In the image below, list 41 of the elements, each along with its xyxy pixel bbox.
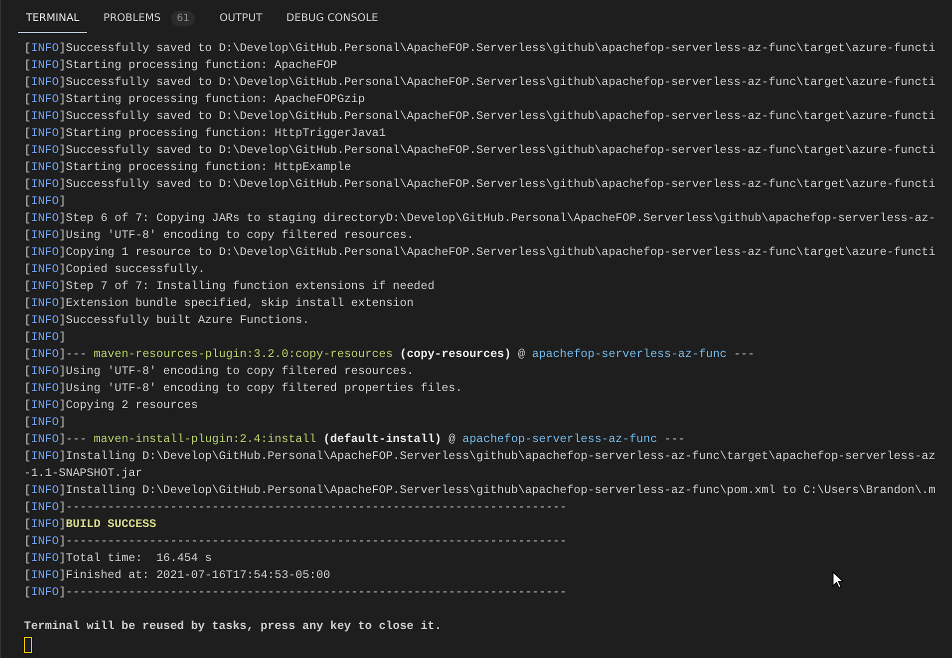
panel-tab[interactable]: TERMINAL xyxy=(18,0,88,33)
terminal-line: [INFO]Installing D:\Develop\GitHub.Personal\ApacheFOP.Serverless\github\apachefop-serverless-az-func\target\apachefop-serverless-az xyxy=(24,449,936,465)
panel-tab[interactable]: DEBUG CONSOLE xyxy=(278,0,386,33)
terminal-line: [INFO]--- maven-install-plugin:2.4:install (default-install) @ apachefop-serverless-az-func --- xyxy=(24,432,686,448)
terminal-message: Terminal will be reused by tasks, press any key to close it. xyxy=(24,619,442,635)
terminal-line: [INFO]Successfully saved to D:\Develop\GitHub.Personal\ApacheFOP.Serverless\github\apachefop-serverless-az-func\target\azure-functi xyxy=(24,41,936,57)
terminal-line: [INFO]------------------------------------------------------------------------ xyxy=(24,500,567,516)
terminal-line: [INFO]Using 'UTF-8' encoding to copy filtered properties files. xyxy=(24,381,462,397)
terminal-line: [INFO]Step 7 of 7: Installing function extensions if needed xyxy=(24,279,435,295)
terminal-line: [INFO]Step 6 of 7: Copying JARs to staging directoryD:\Develop\GitHub.Personal\ApacheFOP.Serverless\github\apachefop-serverless-az- xyxy=(24,211,936,227)
count-badge: 61 xyxy=(170,10,196,26)
terminal-line: [INFO]------------------------------------------------------------------------ xyxy=(24,585,567,601)
mouse-pointer-icon xyxy=(832,571,844,589)
terminal-line: [INFO]Starting processing function: HttpExample xyxy=(24,160,352,176)
terminal-line: [INFO]Using 'UTF-8' encoding to copy filtered resources. xyxy=(24,228,414,244)
terminal-line: [INFO]Copying 2 resources xyxy=(24,398,198,414)
terminal-line: [INFO]Finished at: 2021-07-16T17:54:53-05:00 xyxy=(24,568,330,584)
terminal-line: [INFO]Starting processing function: HttpTriggerJava1 xyxy=(24,126,386,142)
terminal-line: [INFO]Starting processing function: ApacheFOPGzip xyxy=(24,92,365,108)
terminal-line: [INFO]Using 'UTF-8' encoding to copy filtered resources. xyxy=(24,364,414,380)
terminal-line: [INFO]Copying 1 resource to D:\Develop\GitHub.Personal\ApacheFOP.Serverless\github\apachefop-serverless-az-func\target\azure-functi xyxy=(24,245,936,261)
terminal-line: [INFO]Successfully saved to D:\Develop\GitHub.Personal\ApacheFOP.Serverless\github\apachefop-serverless-az-func\target\azure-functi xyxy=(24,75,936,91)
terminal-line: [INFO]--- maven-resources-plugin:3.2.0:copy-resources (copy-resources) @ apachefop-serverless-az-func --- xyxy=(24,347,755,363)
terminal-line: [INFO]Extension bundle specified, skip install extension xyxy=(24,296,414,312)
terminal-line: [INFO] xyxy=(24,330,66,346)
panel-tab[interactable]: OUTPUT xyxy=(211,0,270,33)
panel-tab[interactable]: PROBLEMS 61 xyxy=(95,0,204,33)
terminal-line: [INFO]Successfully built Azure Functions. xyxy=(24,313,310,329)
cursor-block xyxy=(24,637,32,653)
terminal-line: [INFO]Copied successfully. xyxy=(24,262,205,278)
terminal-line: [INFO]BUILD SUCCESS xyxy=(24,517,156,533)
terminal-line: [INFO]Successfully saved to D:\Develop\GitHub.Personal\ApacheFOP.Serverless\github\apachefop-serverless-az-func\target\azure-functi xyxy=(24,143,936,159)
terminal-line: [INFO]Successfully saved to D:\Develop\GitHub.Personal\ApacheFOP.Serverless\github\apachefop-serverless-az-func\target\azure-functi xyxy=(24,109,936,125)
terminal-line: [INFO] xyxy=(24,194,66,210)
terminal-line: [INFO] xyxy=(24,415,66,431)
terminal-line: [INFO]Total time: 16.454 s xyxy=(24,551,212,567)
terminal-line: [INFO]Installing D:\Develop\GitHub.Personal\ApacheFOP.Serverless\github\apachefop-serverless-az-func\pom.xml to C:\Users\Brandon\.m xyxy=(24,483,936,499)
terminal-line: [INFO]Starting processing function: ApacheFOP xyxy=(24,58,338,74)
terminal-line: [INFO]Successfully saved to D:\Develop\GitHub.Personal\ApacheFOP.Serverless\github\apachefop-serverless-az-func\target\azure-functi xyxy=(24,177,936,193)
terminal-line: -1.1-SNAPSHOT.jar xyxy=(24,466,142,482)
terminal-line: [INFO]------------------------------------------------------------------------ xyxy=(24,534,567,550)
